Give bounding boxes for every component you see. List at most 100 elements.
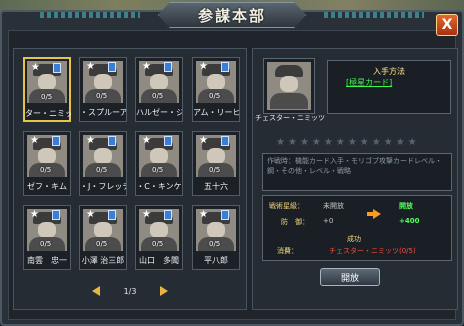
officer-name: 五十六	[204, 182, 228, 191]
prev-page-icon[interactable]	[92, 286, 100, 296]
face-shape	[38, 74, 56, 90]
rank-badge-icon	[221, 210, 229, 220]
frame-decoration-right	[324, 12, 424, 18]
rank-badge-icon	[164, 62, 172, 72]
rank-badge-icon	[164, 210, 172, 220]
face-shape	[94, 148, 112, 164]
star-icon: ★	[31, 62, 40, 73]
officer-card[interactable]: ★ 0/5 ゼフ・キム	[23, 131, 71, 196]
card-count: 0/5	[96, 166, 108, 174]
close-button[interactable]: X	[436, 14, 458, 36]
rank-badge-icon	[164, 136, 172, 146]
card-count: 0/5	[209, 166, 221, 174]
officer-name: アム・リーヒ	[193, 108, 239, 117]
tactics-after: 開放	[399, 202, 413, 210]
upgrade-arrow-icon	[367, 209, 381, 219]
officer-card[interactable]: ★ 0/5 ター・ニミッ	[23, 57, 71, 122]
officer-name: 小澤 治三郎	[81, 256, 125, 265]
rank-badge-icon	[108, 136, 116, 146]
officer-name: ター・ニミッ	[25, 109, 71, 118]
body-shape	[270, 93, 308, 109]
card-count: 0/5	[152, 166, 164, 174]
tactics-before: 未開放	[323, 202, 344, 210]
officer-card[interactable]: ★ 0/5 五十六	[192, 131, 240, 196]
officer-name: ゼフ・キム	[27, 182, 67, 191]
face-shape	[94, 74, 112, 90]
face-shape	[280, 76, 298, 92]
develop-button[interactable]: 開放	[320, 268, 380, 286]
success-label: 成功	[347, 235, 361, 243]
rank-badge-icon	[221, 62, 229, 72]
star-icon: ★	[276, 137, 285, 148]
acquire-link[interactable]: [極星カード]	[346, 77, 392, 88]
officer-card[interactable]: ★ 0/5 ハルゼー・ジ	[135, 57, 183, 122]
star-icon: ★	[299, 137, 309, 148]
window-title: 参謀本部	[197, 6, 266, 25]
star-icon: ★	[323, 137, 333, 148]
face-shape	[38, 148, 56, 164]
officer-card[interactable]: ★ 0/5 ・J・フレッチ	[79, 131, 127, 196]
officer-card[interactable]: ★ 0/5 アム・リーヒ	[192, 57, 240, 122]
officer-name: 南雲 忠一	[27, 256, 67, 265]
officer-name: ・J・フレッチ	[80, 182, 126, 191]
star-icon: ★	[30, 135, 39, 146]
card-count: 0/5	[209, 240, 221, 248]
card-count: 0/5	[152, 92, 164, 100]
defense-label: 防 御：	[281, 218, 309, 226]
rank-badge-icon	[221, 136, 229, 146]
acquire-title: 入手方法	[373, 67, 405, 76]
card-count: 0/5	[40, 166, 52, 174]
card-count: 0/5	[41, 93, 53, 101]
officer-card[interactable]: ★ 0/5 ・スプルーア	[79, 57, 127, 122]
officer-name: ・C・キンケ	[136, 182, 182, 191]
acquire-method-box: 入手方法 [極星カード]	[327, 60, 451, 114]
selected-officer-name: チェスター・ニミッツ	[255, 114, 325, 122]
page-indicator: 1/3	[123, 286, 137, 296]
star-icon: ★	[335, 137, 345, 148]
officer-card[interactable]: ★ 0/5 山口 多聞	[135, 205, 183, 270]
next-page-icon[interactable]	[160, 286, 168, 296]
officer-card[interactable]: ★ 0/5 平八郎	[192, 205, 240, 270]
star-icon: ★	[383, 137, 393, 148]
star-icon: ★	[199, 209, 208, 220]
rank-badge-icon	[52, 210, 60, 220]
face-shape	[38, 222, 56, 238]
star-icon: ★	[199, 61, 208, 72]
frame-decoration-left	[40, 12, 140, 18]
officer-card[interactable]: ★ 0/5 南雲 忠一	[23, 205, 71, 270]
officer-card[interactable]: ★ 0/5 ・C・キンケ	[135, 131, 183, 196]
rank-stars: ★ ★ ★ ★ ★ ★ ★ ★ ★ ★ ★ ★	[276, 138, 417, 148]
star-icon: ★	[86, 61, 95, 72]
star-icon: ★	[86, 209, 95, 220]
rank-badge-icon	[52, 136, 60, 146]
title-plate: 参謀本部	[158, 2, 306, 28]
defense-after: +400	[399, 217, 420, 225]
tactics-label: 戦術星級：	[269, 202, 304, 210]
star-icon: ★	[30, 209, 39, 220]
face-shape	[150, 74, 168, 90]
card-count: 0/5	[96, 240, 108, 248]
face-shape	[150, 222, 168, 238]
rank-badge-icon	[108, 210, 116, 220]
officer-portrait	[267, 62, 311, 110]
card-count: 0/5	[209, 92, 221, 100]
card-count: 0/5	[96, 92, 108, 100]
star-icon: ★	[359, 137, 369, 148]
face-shape	[207, 148, 225, 164]
officer-card[interactable]: ★ 0/5 小澤 治三郎	[79, 205, 127, 270]
card-count: 0/5	[152, 240, 164, 248]
cost-value: チェスター・ニミッツ(0/5)	[329, 247, 416, 255]
face-shape	[150, 148, 168, 164]
star-icon: ★	[371, 137, 381, 148]
upgrade-info-box: 戦術星級： 未開放 開放 防 御： +0 +400 成功 消費： チェスター・ニ…	[262, 195, 452, 261]
pager: 1/3	[92, 284, 168, 298]
face-shape	[207, 222, 225, 238]
cost-label: 消費：	[277, 247, 298, 255]
face-shape	[207, 74, 225, 90]
star-icon: ★	[86, 135, 95, 146]
star-icon: ★	[142, 209, 151, 220]
star-icon: ★	[287, 137, 297, 148]
star-icon: ★	[142, 135, 151, 146]
face-shape	[94, 222, 112, 238]
star-icon: ★	[142, 61, 151, 72]
